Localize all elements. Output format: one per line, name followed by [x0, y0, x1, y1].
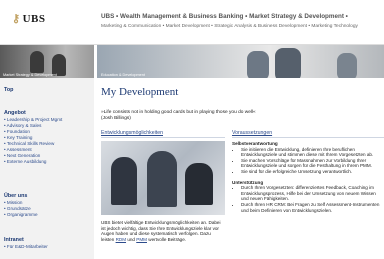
sidebar-item[interactable]: • Technical Skills Review	[4, 141, 54, 146]
pmm-link[interactable]: PMM	[136, 237, 147, 242]
team-photo	[101, 141, 225, 215]
sidebar: Market Strategy & Development Top Angebo…	[0, 45, 94, 259]
unterstuetzung-list: Durch Ihren Vorgesetzten: differenzierte…	[232, 185, 384, 213]
rdm-link[interactable]: RDM	[116, 237, 126, 242]
sidebar-item[interactable]: • Für E&D-Mitarbeiter	[4, 244, 48, 249]
sidebar-item[interactable]: • Grundsätze	[4, 206, 31, 211]
sidebar-item[interactable]: • Advisory & Sales	[4, 123, 41, 128]
ubs-keys-icon: ⚷	[12, 13, 21, 25]
logo-text: UBS	[22, 13, 46, 25]
hero-caption: Education & Development	[101, 73, 145, 77]
sidebar-item[interactable]: • Foundation	[4, 129, 30, 134]
person-silhouette	[337, 53, 357, 78]
sidebar-heading-intranet: Intranet	[4, 237, 24, 243]
sidebar-heading-angebot: Angebot	[4, 110, 26, 116]
left-column-rule	[101, 137, 225, 138]
page-title: My Development	[101, 86, 179, 98]
person-silhouette	[30, 51, 44, 73]
sidebar-banner-image: Market Strategy & Development	[0, 45, 94, 78]
left-column-body: UBS bietet vielfältige Entwicklungsmögli…	[101, 220, 221, 242]
selbstverantwortung-list: Sie initiieren die Entwicklung, definier…	[232, 147, 384, 175]
person-silhouette	[185, 163, 213, 205]
quote-author: (Josh Billings)	[101, 116, 131, 121]
sidebar-top-link[interactable]: Top	[4, 87, 13, 93]
list-item: Durch Ihren HR CRM: Bei Fragen zu Self A…	[241, 202, 384, 213]
person-silhouette	[147, 151, 177, 207]
sidebar-item[interactable]: • Organigramme	[4, 212, 38, 217]
ubs-logo[interactable]: ⚷ UBS	[12, 12, 45, 25]
person-silhouette	[247, 51, 269, 78]
person-silhouette	[275, 48, 301, 78]
quote: »Life consists not in holding good cards…	[101, 110, 271, 122]
sidebar-item[interactable]: • Key Training	[4, 135, 32, 140]
list-item: Sie sind für die erfolgreiche Umsetzung …	[241, 169, 384, 175]
primary-nav[interactable]: UBS • Wealth Management & Business Banki…	[101, 13, 348, 20]
sidebar-item[interactable]: • Next Generation	[4, 153, 40, 158]
left-column-heading[interactable]: Entwicklungsmöglichkeiten	[101, 130, 163, 136]
header: ⚷ UBS UBS • Wealth Management & Business …	[0, 0, 384, 44]
secondary-nav[interactable]: Marketing & Communication • Market Devel…	[101, 24, 358, 29]
right-column: Selbstverantwortung Sie initiieren die E…	[232, 138, 384, 213]
list-item: Sie initiieren die Entwicklung, definier…	[241, 147, 384, 158]
main-content: Education & Development My Development »…	[97, 45, 384, 259]
sidebar-item[interactable]: • Leadership & Project Mgmt	[4, 117, 62, 122]
list-item: Durch Ihren Vorgesetzten: differenzierte…	[241, 185, 384, 202]
sidebar-item[interactable]: • Externe Ausbildung	[4, 159, 46, 164]
sidebar-item[interactable]: • Mission	[4, 200, 22, 205]
right-column-heading[interactable]: Voraussetzungen	[232, 130, 272, 136]
sidebar-banner-caption: Market Strategy & Development	[3, 73, 57, 77]
sidebar-heading-ueber-uns: Über uns	[4, 193, 28, 199]
sidebar-item[interactable]: • Assessment	[4, 147, 32, 152]
list-item: Sie machen Vorschläge für Massnahmen zur…	[241, 158, 384, 169]
person-silhouette	[111, 157, 137, 205]
hero-banner-image: Education & Development	[97, 45, 384, 78]
